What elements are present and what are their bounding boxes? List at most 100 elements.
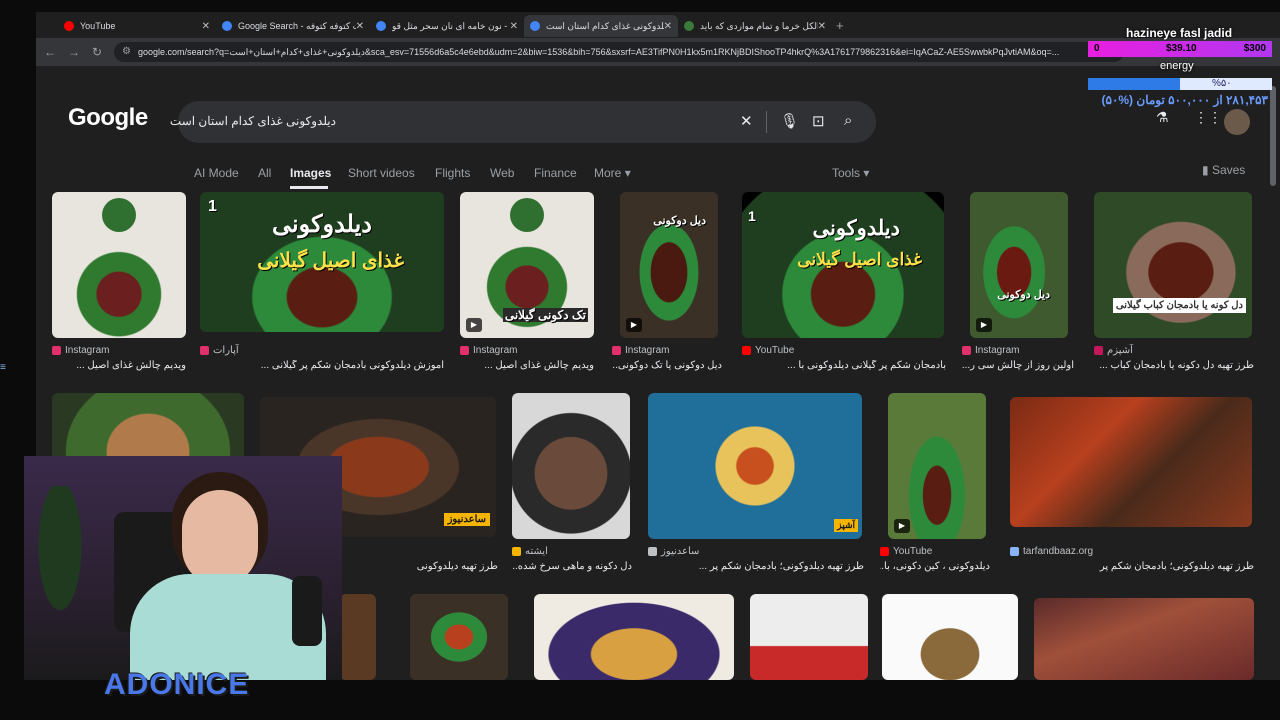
result-source[interactable]: tarfandbaaz.org (1010, 546, 1093, 557)
result-caption[interactable]: ویدیم چالش غذای اصیل ... (460, 360, 594, 371)
tab-short-videos[interactable]: Short videos (348, 166, 415, 180)
saves-label: Saves (1211, 163, 1246, 177)
webcam-overlay (24, 456, 342, 684)
site-info-icon[interactable]: ⚙ (122, 42, 131, 62)
result-caption[interactable]: دل دکونه و ماهی سرخ شده... (512, 561, 632, 572)
forward-icon[interactable]: → (68, 45, 80, 59)
result-caption[interactable]: بادمجان شکم پر گیلانی دیلدوکونی با ... (742, 360, 946, 371)
lens-icon[interactable]: ⊡ (812, 112, 825, 130)
result-image[interactable]: دیل دوکونی ▶ (620, 192, 718, 338)
tab-flights[interactable]: Flights (435, 166, 470, 180)
image-result[interactable] (340, 594, 376, 680)
search-box[interactable]: دیلدوکونی غذای کدام استان است ✕ 🎙 ⊡ ⌕ (170, 101, 876, 143)
donation-goal-bar: 0 $39.10 $300 (1088, 41, 1272, 57)
clear-search-icon[interactable]: ✕ (740, 112, 753, 130)
tab-finance[interactable]: Finance (534, 166, 577, 180)
image-result[interactable] (410, 594, 508, 680)
image-result[interactable]: Instagram ویدیم چالش غذای اصیل ... (52, 192, 186, 371)
close-tab-icon[interactable]: ✕ (510, 21, 518, 32)
result-source[interactable]: آپارات (200, 345, 239, 356)
image-result[interactable]: ▶ YouTube دیلدوکونی ، کین دکونی، با... (880, 393, 990, 572)
result-image[interactable]: دیلدوکونی غذای اصیل گیلانی 1 (200, 192, 444, 332)
result-image[interactable]: دیلدوکونی غذای اصیل گیلانی 1 (742, 192, 944, 338)
tools-button[interactable]: Tools ▾ (832, 166, 869, 180)
result-source[interactable]: YouTube (880, 546, 932, 557)
close-tab-icon[interactable]: ✕ (202, 21, 210, 32)
result-image[interactable] (1010, 397, 1252, 527)
result-caption[interactable]: طرز تهیه دیلدوکونی؛ بادمجان شکم پر (1010, 561, 1254, 572)
tab-images[interactable]: Images (290, 166, 331, 180)
result-caption[interactable]: دیل دوکونی یا تک دوکونی... (612, 360, 722, 371)
back-icon[interactable]: ← (44, 45, 56, 59)
result-image[interactable]: دل کونه یا بادمجان کباب گیلانی (1094, 192, 1252, 338)
result-image[interactable] (882, 594, 1018, 680)
result-caption[interactable]: طرز تهیه دیلدوکونی؛ بادمجان شکم پر ... (648, 561, 864, 572)
image-result[interactable]: تک دکونی گیلانی ▶ Instagram ویدیم چالش غ… (460, 192, 594, 371)
result-source[interactable]: Instagram (52, 345, 109, 356)
image-result[interactable]: tarfandbaaz.org طرز تهیه دیلدوکونی؛ بادم… (1010, 397, 1254, 572)
result-source[interactable]: آشپزم (1094, 345, 1133, 356)
image-result[interactable] (534, 594, 734, 680)
result-image[interactable]: آشپز (648, 393, 862, 539)
source-name: YouTube (755, 345, 795, 356)
result-image[interactable]: تک دکونی گیلانی ▶ (460, 192, 594, 338)
avatar[interactable] (1224, 109, 1250, 135)
result-caption[interactable]: اولین روز از چالش سی ر... (962, 360, 1074, 371)
result-caption[interactable]: طرز تهیه دل دکونه یا بادمجان کباب ... (1094, 360, 1254, 371)
image-result[interactable]: دیل دوکونی ▶ Instagram دیل دوکونی یا تک … (612, 192, 722, 371)
result-source[interactable]: YouTube (742, 345, 794, 356)
browser-tab[interactable]: YouTube ✕ (58, 15, 216, 37)
tab-more[interactable]: More ▾ (594, 166, 631, 180)
image-result[interactable]: ایشته دل دکونه و ماهی سرخ شده... (512, 393, 632, 572)
apps-grid-icon[interactable]: ⋮⋮ (1194, 109, 1222, 126)
result-source[interactable]: ساعدنیوز (648, 546, 699, 557)
result-image[interactable] (410, 594, 508, 680)
image-result[interactable]: آشپز ساعدنیوز طرز تهیه دیلدوکونی؛ بادمجا… (648, 393, 864, 572)
result-caption[interactable]: ویدیم چالش غذای اصیل ... (52, 360, 186, 371)
tab-all[interactable]: All (258, 166, 271, 180)
google-logo[interactable]: Google (68, 104, 148, 132)
close-tab-icon[interactable]: ✕ (818, 21, 826, 32)
saves-button[interactable]: ▮ Saves (1202, 163, 1245, 177)
tab-ai-mode[interactable]: AI Mode (194, 166, 239, 180)
result-image[interactable]: دیل دوکونی ▶ (970, 192, 1068, 338)
image-result[interactable]: دیل دوکونی ▶ Instagram اولین روز از چالش… (962, 192, 1074, 371)
tab-web[interactable]: Web (490, 166, 514, 180)
image-result[interactable] (1034, 598, 1254, 680)
close-tab-icon[interactable]: ✕ (356, 21, 364, 32)
url-field[interactable]: ⚙ google.com/search?q=دیلدوکونی+غذای+کدا… (114, 42, 1124, 62)
image-result[interactable]: دیلدوکونی غذای اصیل گیلانی 1 YouTube باد… (742, 192, 946, 371)
new-tab-button[interactable]: + (836, 18, 844, 33)
browser-tab[interactable]: نون خامه ای نان سحر مثل قو - ch ✕ (370, 15, 524, 37)
result-source[interactable]: Instagram (612, 345, 669, 356)
result-source[interactable]: ایشته (512, 546, 548, 557)
image-result[interactable]: دیلدوکونی غذای اصیل گیلانی 1 آپارات آموز… (200, 192, 444, 371)
image-result[interactable] (750, 594, 868, 680)
scrollbar[interactable] (1270, 86, 1276, 186)
result-source[interactable]: Instagram (962, 345, 1019, 356)
play-icon: ▶ (626, 318, 642, 332)
browser-tab-active[interactable]: دیلدوکونی غذای کدام استان است ✕ (524, 15, 678, 37)
reload-icon[interactable]: ↻ (92, 45, 102, 59)
image-result[interactable]: دل کونه یا بادمجان کباب گیلانی آشپزم طرز… (1094, 192, 1254, 371)
source-name: Instagram (975, 345, 1020, 356)
browser-tab[interactable]: Google Search - پخت کتوفه کتوفه ✕ (216, 15, 370, 37)
chevron-down-icon: ▾ (863, 166, 870, 180)
result-image[interactable] (340, 594, 376, 680)
result-image[interactable] (52, 192, 186, 338)
result-image[interactable] (534, 594, 734, 680)
result-image[interactable] (1034, 598, 1254, 680)
result-source[interactable]: Instagram (460, 345, 517, 356)
close-tab-icon[interactable]: ✕ (664, 21, 672, 32)
search-query[interactable]: دیلدوکونی غذای کدام استان است (170, 114, 336, 128)
microphone-icon[interactable]: 🎙 (780, 112, 799, 130)
labs-icon[interactable]: ⚗ (1156, 109, 1169, 126)
browser-tab[interactable]: الکل خرما و تمام مواردی که باید ✕ (678, 15, 832, 37)
result-caption[interactable]: دیلدوکونی ، کین دکونی، با... (880, 561, 990, 572)
result-image[interactable]: ▶ (888, 393, 986, 539)
result-caption[interactable]: آموزش دیلدوکونی بادمجان شکم پر گیلانی ..… (200, 360, 444, 371)
result-image[interactable] (512, 393, 630, 539)
search-icon[interactable]: ⌕ (844, 112, 852, 129)
result-image[interactable] (750, 594, 868, 680)
image-result[interactable] (882, 594, 1018, 680)
